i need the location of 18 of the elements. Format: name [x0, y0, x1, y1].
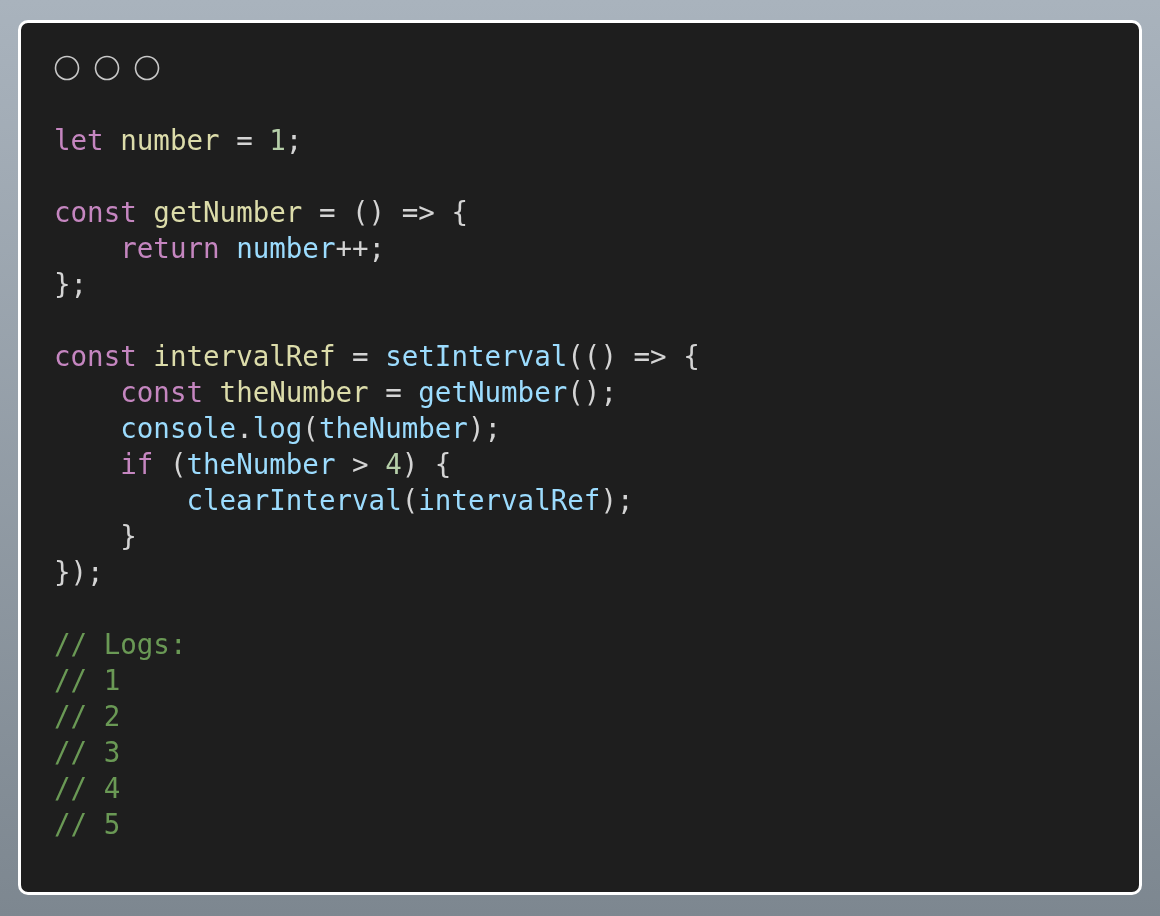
code-line: const intervalRef = setInterval(() => { [54, 339, 700, 374]
code-line: // 2 [54, 699, 121, 734]
code-line: clearInterval(intervalRef); [185, 483, 634, 518]
code-line: }; [54, 267, 88, 302]
code-line: }); [54, 555, 104, 590]
code-line: } [119, 519, 137, 554]
code-line: console.log(theNumber); [119, 411, 502, 446]
code-line: // 5 [54, 807, 121, 842]
code-line: // 1 [54, 663, 121, 698]
window-dots-icon [54, 54, 162, 82]
code-line: const theNumber = getNumber(); [119, 375, 617, 410]
code-line: // Logs: [54, 627, 187, 662]
code-line: // 3 [54, 735, 121, 770]
code-line: const getNumber = () => { [54, 195, 468, 230]
code-line: let number = 1; [54, 123, 303, 158]
code-line: if (theNumber > 4) { [119, 447, 452, 482]
code-line: return number++; [119, 231, 386, 266]
code-line: // 4 [54, 771, 121, 806]
